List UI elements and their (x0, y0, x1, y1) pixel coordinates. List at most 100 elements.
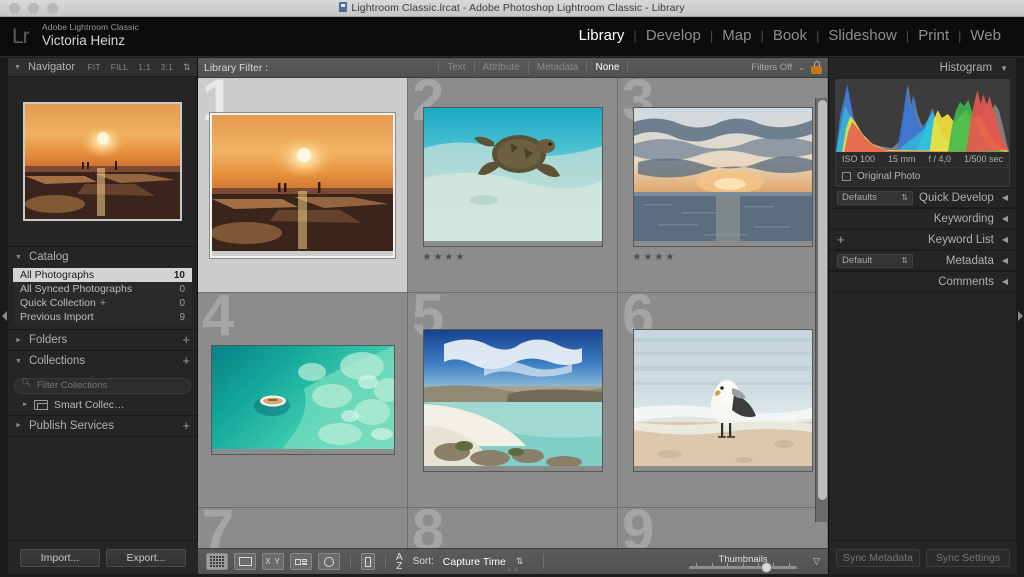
catalog-item-all-synced-photographs[interactable]: All Synced Photographs 0 (13, 282, 192, 296)
grid-cell[interactable]: 5 (408, 287, 618, 508)
add-keyword-icon[interactable]: + (837, 233, 845, 246)
filter-tab-text[interactable]: Text (438, 61, 473, 74)
sort-az-icon[interactable]: AZ (396, 552, 403, 571)
people-view-button[interactable] (318, 553, 340, 570)
grid-cell[interactable]: 2 ★★★★ (408, 78, 618, 293)
module-book[interactable]: Book (764, 26, 816, 46)
photo-rating[interactable]: ★★★★ (423, 252, 467, 263)
filter-tab-attribute[interactable]: Attribute (473, 61, 528, 74)
export-button[interactable]: Export... (106, 548, 186, 567)
photo-thumbnail[interactable] (422, 328, 603, 472)
quick-develop-preset-select[interactable]: Defaults ⇅ (837, 190, 913, 205)
grid-vertical-scrollbar[interactable] (815, 98, 828, 522)
library-filter-state[interactable]: Filters Off ⌄ (751, 61, 822, 74)
grid-cell[interactable]: 9 (618, 502, 828, 548)
grid-cell[interactable]: 7 (198, 502, 408, 548)
disclosure-triangle-icon[interactable]: ▼ (15, 254, 22, 261)
zoom-stepper-icon[interactable]: ⇅ (183, 62, 191, 73)
disclosure-triangle-icon[interactable]: ◀ (1002, 256, 1008, 265)
filter-tab-metadata[interactable]: Metadata (527, 61, 587, 74)
add-collection-icon[interactable]: + (182, 354, 190, 367)
grid-cell[interactable]: 4 (198, 287, 408, 508)
scrollbar-thumb[interactable] (818, 100, 827, 500)
folders-header[interactable]: ► Folders + (8, 330, 197, 350)
disclosure-triangle-icon[interactable]: ▼ (1000, 64, 1008, 73)
disclosure-triangle-icon[interactable]: ◀ (1002, 193, 1008, 202)
library-filter-tabs[interactable]: Text Attribute Metadata None (438, 61, 629, 74)
disclosure-triangle-icon[interactable]: ▼ (14, 64, 21, 71)
photo-thumbnail[interactable] (209, 111, 396, 259)
slider-track[interactable] (689, 561, 798, 573)
histogram-header[interactable]: Histogram ▼ (829, 58, 1016, 78)
lock-icon[interactable] (811, 61, 822, 74)
histogram-graph[interactable] (836, 80, 1009, 152)
filter-collections-input[interactable] (14, 377, 191, 394)
metadata-section-header[interactable]: Default ⇅ Metadata ◀ (829, 250, 1016, 271)
stepper-icon[interactable]: ⇅ (901, 256, 908, 265)
grid-cell[interactable]: 3 ★★★★ (618, 78, 828, 293)
thumbnail-size-slider[interactable]: Thumbnails (689, 554, 801, 573)
painter-button[interactable] (361, 553, 375, 570)
survey-view-button[interactable] (290, 553, 312, 570)
disclosure-triangle-icon[interactable]: ◀ (1002, 214, 1008, 223)
quick-collection-plus-icon[interactable]: + (100, 297, 106, 309)
import-button[interactable]: Import... (20, 548, 100, 567)
module-library[interactable]: Library (570, 26, 634, 46)
zoom-1-1[interactable]: 1:1 (138, 63, 150, 72)
filter-tab-none[interactable]: None (586, 61, 627, 74)
original-photo-row[interactable]: Original Photo (836, 167, 1009, 186)
quick-develop-section-header[interactable]: Defaults ⇅ Quick Develop ◀ (829, 187, 1016, 208)
keywording-section-header[interactable]: Keywording ◀ (829, 208, 1016, 229)
zoom-fit[interactable]: FIT (88, 63, 101, 72)
zoom-fill[interactable]: FILL (111, 63, 129, 72)
grid-cell[interactable]: 8 (408, 502, 618, 548)
loupe-view-button[interactable] (234, 553, 256, 570)
collections-filter[interactable]: 🔍︎ (14, 375, 191, 394)
stepper-icon[interactable]: ⇅ (901, 193, 908, 202)
module-print[interactable]: Print (909, 26, 958, 46)
keyword-list-section-header[interactable]: + Keyword List ◀ (829, 229, 1016, 250)
grid-cell[interactable]: 6 (618, 287, 828, 508)
disclosure-triangle-icon[interactable]: ◀ (1002, 235, 1008, 244)
zoom-3-1[interactable]: 3:1 (161, 63, 173, 72)
metadata-preset-select[interactable]: Default ⇅ (837, 253, 913, 268)
sync-metadata-button[interactable]: Sync Metadata (836, 548, 920, 567)
collection-item-smart-collections[interactable]: ► Smart Collec… (8, 397, 197, 415)
filmstrip-handle[interactable]: ▲▲ (506, 566, 520, 573)
toolbar-options-caret-icon[interactable]: ▽ (813, 556, 820, 567)
sort-value[interactable]: Capture Time (443, 556, 506, 568)
compare-view-button[interactable]: X Y (262, 553, 284, 570)
module-map[interactable]: Map (713, 26, 760, 46)
disclosure-triangle-icon[interactable]: ► (15, 337, 22, 344)
comments-section-header[interactable]: Comments ◀ (829, 271, 1016, 292)
identity-plate[interactable]: Adobe Lightroom Classic Victoria Heinz (42, 22, 139, 49)
module-slideshow[interactable]: Slideshow (819, 26, 905, 46)
chevron-down-icon[interactable]: ⌄ (798, 63, 805, 72)
photo-rating[interactable]: ★★★★ (633, 252, 677, 263)
grid-cell[interactable]: 1 (198, 78, 408, 293)
navigator-zoom-options[interactable]: FIT FILL 1:1 3:1 ⇅ (88, 62, 191, 73)
module-develop[interactable]: Develop (637, 26, 710, 46)
disclosure-triangle-icon[interactable]: ► (22, 402, 28, 408)
filters-off-label[interactable]: Filters Off (751, 62, 792, 73)
collections-header[interactable]: ▼ Collections + (8, 351, 197, 371)
left-panel-collapse-handle[interactable] (0, 58, 8, 574)
photo-thumbnail[interactable] (632, 328, 813, 472)
checkbox-icon[interactable] (842, 172, 851, 181)
catalog-item-previous-import[interactable]: Previous Import 9 (13, 310, 192, 324)
thumbnail-grid-area[interactable]: 1 2 ★★★★ 3 ★★★★ 4 5 6 7 8 9 (198, 78, 828, 548)
navigator-header[interactable]: ▼ Navigator FIT FILL 1:1 3:1 ⇅ (8, 58, 197, 77)
add-folder-icon[interactable]: + (182, 333, 190, 346)
catalog-item-quick-collection[interactable]: Quick Collection + 0 (13, 296, 192, 310)
disclosure-triangle-icon[interactable]: ◀ (1002, 277, 1008, 286)
photo-thumbnail[interactable] (210, 345, 395, 455)
photo-thumbnail[interactable] (632, 107, 813, 247)
module-web[interactable]: Web (961, 26, 1010, 46)
navigator-preview[interactable] (8, 77, 197, 247)
module-picker[interactable]: Library | Develop | Map | Book | Slidesh… (570, 26, 1010, 46)
catalog-header[interactable]: ▼ Catalog (8, 247, 197, 267)
right-panel-collapse-handle[interactable] (1016, 58, 1024, 574)
catalog-item-all-photographs[interactable]: All Photographs 10 (13, 268, 192, 282)
slider-knob[interactable] (761, 561, 773, 573)
sync-settings-button[interactable]: Sync Settings (926, 548, 1010, 567)
